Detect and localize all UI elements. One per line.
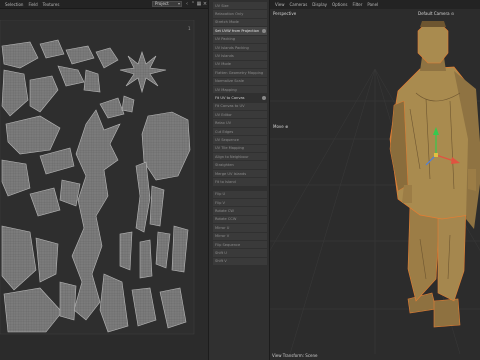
panel-tool-label: Shift U: [215, 251, 227, 256]
uv-canvas[interactable]: 1: [0, 20, 200, 336]
panel-tool-label: Set UVW from Projection: [215, 28, 260, 33]
panel-tool-label: Shift V: [215, 259, 227, 264]
panel-tool-button[interactable]: Relaxation Only: [213, 10, 267, 18]
panel-tool-button[interactable]: Shift U: [213, 249, 267, 257]
panel-tool-button[interactable]: UV Size: [213, 2, 267, 10]
viewport-3d[interactable]: View Cameras Display Options Filter Pane…: [270, 0, 480, 360]
panel-tool-label: UV Size: [215, 3, 229, 8]
uv-menu-selection[interactable]: Selection: [5, 2, 23, 7]
viewport-menubar: View Cameras Display Options Filter Pane…: [270, 0, 480, 9]
uv-island[interactable]: [59, 281, 77, 321]
panel-tool-label: Merge UV Islands: [215, 171, 247, 176]
panel-tool-button[interactable]: UV Islands Packing: [213, 43, 267, 52]
uv-tools-panel: UV Size Relaxation Only Stretch Mode Set UV…: [208, 0, 270, 360]
panel-tool-button[interactable]: Flatten Geometry Mapping: [213, 69, 267, 77]
panel-tool-button[interactable]: Shift V: [213, 257, 267, 266]
panel-tool-button[interactable]: Align to Neighbour: [213, 153, 267, 161]
panel-tool-label: Mirror U: [215, 225, 230, 230]
panel-tool-button[interactable]: Flip U: [213, 190, 267, 198]
panel-tool-label: Align to Neighbour: [215, 154, 249, 159]
viewport-menu-cameras[interactable]: Cameras: [290, 2, 308, 7]
panel-tool-label: Relax UV: [215, 121, 232, 126]
projection-dropdown[interactable]: Project: [152, 1, 182, 7]
panel-tool-button[interactable]: Mirror U: [213, 224, 267, 232]
viewport-scene[interactable]: [270, 9, 480, 354]
panel-tool-label: UV Editor: [215, 112, 232, 117]
panel-tool-label: Flip Sequence: [215, 242, 241, 247]
panel-tool-button[interactable]: Relax UV: [213, 119, 267, 127]
panel-tool-label: Mirror V: [215, 234, 230, 239]
panel-tool-label: UV Tile Mapping: [215, 146, 245, 151]
option-icon[interactable]: [262, 95, 266, 100]
panel-tool-label: Normalize Scale: [215, 79, 244, 84]
panel-tool-label: Fit to Island: [215, 179, 236, 184]
panel-tool-button[interactable]: UV Packing: [213, 35, 267, 43]
panel-tool-button[interactable]: Set UVW from Projection: [213, 27, 267, 35]
panel-tool-label: Relaxation Only: [215, 12, 244, 17]
view-transform-footer: View Transform: Scene: [272, 353, 318, 358]
panel-tool-button[interactable]: UV Mode: [213, 60, 267, 69]
panel-tool-button[interactable]: Merge UV Islands: [213, 169, 267, 178]
panel-tool-label: Straighten: [215, 163, 234, 168]
panel-tool-label: Flip U: [215, 192, 226, 197]
panel-tool-label: Fit Canvas to UV: [215, 104, 245, 109]
panel-tool-button[interactable]: Fit to Island: [213, 178, 267, 186]
panel-tool-button[interactable]: Mirror V: [213, 232, 267, 240]
uv-island[interactable]: [119, 231, 133, 271]
panel-tool-label: Flatten Geometry Mapping: [215, 70, 264, 75]
panel-tool-label: UV Sequence: [215, 137, 239, 142]
uv-menu-field[interactable]: Field: [28, 2, 37, 7]
panel-tool-button[interactable]: UV Islands: [213, 52, 267, 60]
panel-tool-button[interactable]: Fit Canvas to UV: [213, 102, 267, 111]
panel-tool-label: Flip V: [215, 200, 225, 205]
panel-tool-button[interactable]: Rotate CCW: [213, 215, 267, 224]
panel-tool-button[interactable]: Flip V: [213, 198, 267, 207]
uv-menu-textures[interactable]: Textures: [43, 2, 60, 7]
panel-tool-button[interactable]: UV Sequence: [213, 136, 267, 144]
panel-tool-label: UV Mode: [215, 62, 232, 67]
panel-tool-label: UV Packing: [215, 37, 236, 42]
panel-tool-button[interactable]: Stretch Mode: [213, 18, 267, 27]
panel-tool-button[interactable]: Straighten: [213, 161, 267, 169]
uv-editor: Selection Field Textures Project ‹ ⌃ ▦ ×: [0, 0, 208, 360]
viewport-menu-view[interactable]: View: [275, 2, 285, 7]
viewport-menu-display[interactable]: Display: [312, 2, 327, 7]
uv-island[interactable]: [139, 239, 153, 279]
panel-tool-label: Rotate CW: [215, 209, 234, 214]
panel-tool-button[interactable]: Flip Sequence: [213, 240, 267, 249]
option-icon[interactable]: [262, 28, 266, 33]
viewport-menu-filter[interactable]: Filter: [352, 2, 362, 7]
panel-tool-button[interactable]: Cut Edges: [213, 127, 267, 136]
panel-tool-button[interactable]: UV Tile Mapping: [213, 144, 267, 153]
panel-tool-label: UV Islands: [215, 54, 234, 59]
statue-model[interactable]: [389, 21, 480, 328]
panel-tool-label: Stretch Mode: [215, 20, 239, 25]
panel-tool-label: UV Islands Packing: [215, 45, 249, 50]
panel-tool-label: Cut Edges: [215, 129, 234, 134]
panel-tool-button[interactable]: Fit UV to Canvas: [213, 94, 267, 102]
viewport-menu-panel[interactable]: Panel: [367, 2, 378, 7]
panel-tool-label: Rotate CCW: [215, 217, 237, 222]
app-window: Selection Field Textures Project ‹ ⌃ ▦ ×: [0, 0, 480, 360]
panel-tool-label: Fit UV to Canvas: [215, 95, 245, 100]
panel-tool-button[interactable]: Rotate CW: [213, 207, 267, 215]
panel-tool-button[interactable]: UV Mapping: [213, 85, 267, 94]
panel-tool-button[interactable]: UV Editor: [213, 111, 267, 119]
panel-tool-label: UV Mapping: [215, 87, 237, 92]
panel-tool-button[interactable]: Normalize Scale: [213, 77, 267, 85]
viewport-menu-options[interactable]: Options: [332, 2, 347, 7]
